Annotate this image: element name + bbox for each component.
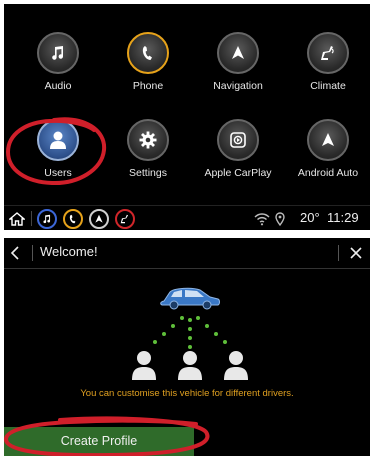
- page-title: Welcome!: [40, 244, 98, 259]
- music-note-icon: [37, 32, 79, 74]
- chevron-left-icon: [10, 246, 19, 260]
- app-audio[interactable]: Audio: [12, 32, 104, 92]
- close-button[interactable]: [342, 238, 370, 268]
- android-auto-icon: [307, 119, 349, 161]
- home-screen: Audio Phone Navigation Climate Users Set…: [4, 4, 370, 230]
- gear-icon: [127, 119, 169, 161]
- navigation-arrow-icon[interactable]: [89, 209, 109, 229]
- title-bar: Welcome!: [4, 238, 370, 269]
- app-phone[interactable]: Phone: [102, 32, 194, 92]
- app-android-auto[interactable]: Android Auto: [282, 119, 370, 179]
- divider: [32, 245, 33, 261]
- app-navigation[interactable]: Navigation: [192, 32, 284, 92]
- app-grid: Audio Phone Navigation Climate Users Set…: [4, 4, 370, 194]
- user-icon: [37, 119, 79, 161]
- app-label: Audio: [44, 80, 72, 92]
- status-bar: 20° 11:29: [4, 205, 370, 230]
- carplay-icon: [217, 119, 259, 161]
- close-icon: [350, 247, 362, 259]
- app-label: Phone: [132, 80, 164, 92]
- drivers-illustration: [4, 268, 370, 388]
- app-climate[interactable]: Climate: [282, 32, 370, 92]
- temperature-readout[interactable]: 20°: [300, 210, 320, 225]
- phone-icon: [127, 32, 169, 74]
- navigation-arrow-icon: [217, 32, 259, 74]
- divider: [338, 245, 339, 261]
- info-message: You can customise this vehicle for diffe…: [80, 388, 294, 399]
- music-note-icon[interactable]: [37, 209, 57, 229]
- create-profile-button[interactable]: Create Profile: [4, 427, 194, 456]
- climate-seat-icon[interactable]: [115, 209, 135, 229]
- car-icon: [160, 287, 220, 310]
- user-icon: [132, 351, 248, 380]
- app-label: Users: [44, 167, 72, 179]
- app-apple-carplay[interactable]: Apple CarPlay: [192, 119, 284, 179]
- app-users[interactable]: Users: [12, 119, 104, 179]
- climate-seat-icon: [307, 32, 349, 74]
- app-label: Navigation: [213, 80, 263, 92]
- welcome-screen: Welcome! You can customise this vehicle …: [4, 238, 370, 456]
- app-label: Settings: [129, 167, 167, 179]
- phone-icon[interactable]: [63, 209, 83, 229]
- app-label: Climate: [310, 80, 346, 92]
- home-icon[interactable]: [7, 209, 27, 229]
- app-label: Apple CarPlay: [204, 167, 272, 179]
- divider: [31, 211, 32, 226]
- clock: 11:29: [327, 210, 359, 225]
- back-button[interactable]: [4, 238, 28, 268]
- app-label: Android Auto: [297, 167, 359, 179]
- location-pin-icon: [270, 209, 290, 229]
- wifi-icon: [252, 209, 272, 229]
- app-settings[interactable]: Settings: [102, 119, 194, 179]
